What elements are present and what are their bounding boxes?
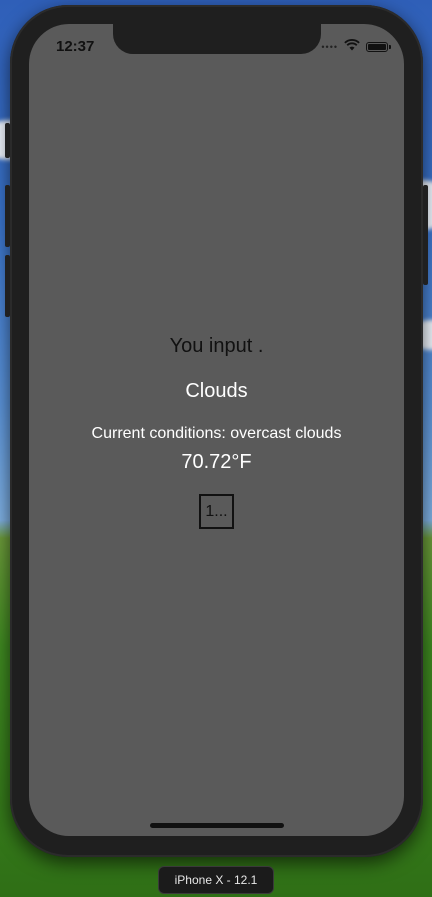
status-icons: ••••: [321, 38, 391, 56]
home-indicator[interactable]: [150, 823, 284, 828]
silent-switch: [5, 123, 10, 158]
weather-content: You input . Clouds Current conditions: o…: [29, 335, 404, 534]
notch: [113, 24, 321, 54]
status-time: 12:37: [56, 38, 95, 55]
wifi-icon: [344, 38, 360, 56]
simulator-device-label: iPhone X - 12.1: [158, 866, 274, 894]
power-button: [423, 185, 428, 285]
cellular-dots-icon: ••••: [321, 42, 338, 52]
volume-up-button: [5, 185, 10, 247]
battery-icon: [366, 42, 391, 52]
iphone-simulator-device: 12:37 •••• You input . Clouds Current co…: [5, 5, 428, 857]
temperature-readout: 70.72°F: [181, 451, 252, 473]
user-input-text: You input .: [169, 335, 264, 357]
city-input-field[interactable]: 1...: [199, 494, 234, 529]
volume-down-button: [5, 255, 10, 317]
app-screen: 12:37 •••• You input . Clouds Current co…: [29, 24, 404, 836]
current-conditions-text: Current conditions: overcast clouds: [91, 425, 342, 442]
weather-main-label: Clouds: [185, 380, 248, 402]
